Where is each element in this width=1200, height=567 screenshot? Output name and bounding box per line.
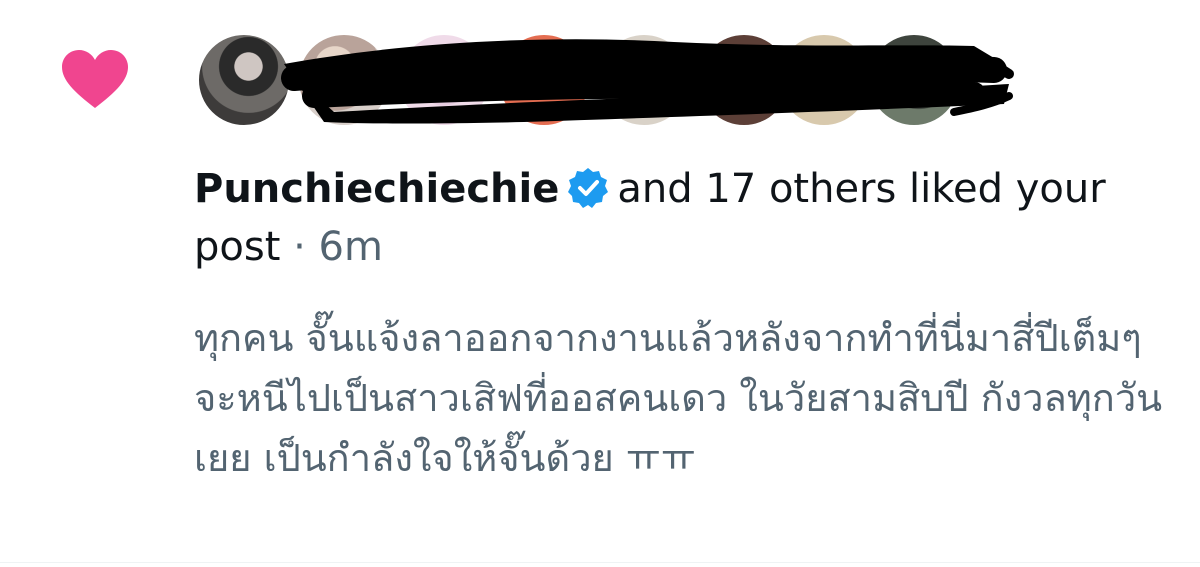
timestamp[interactable]: 6m [319,224,383,270]
verified-badge-icon [568,168,609,208]
redaction-scribble [281,39,1014,124]
like-notification[interactable]: Punchiechiechie and 17 others liked your… [0,0,1200,567]
separator-dot: · [293,224,306,270]
heart-icon [62,50,128,108]
notification-title: Punchiechiechie and 17 others liked your… [194,160,1174,276]
divider [0,562,1200,563]
post-preview-text: ทุกคน จั๊นแจ้งลาออกจากงานแล้วหลังจากทำที… [194,316,1163,480]
liker-avatars[interactable] [196,30,1016,130]
username-link[interactable]: Punchiechiechie [194,166,559,212]
